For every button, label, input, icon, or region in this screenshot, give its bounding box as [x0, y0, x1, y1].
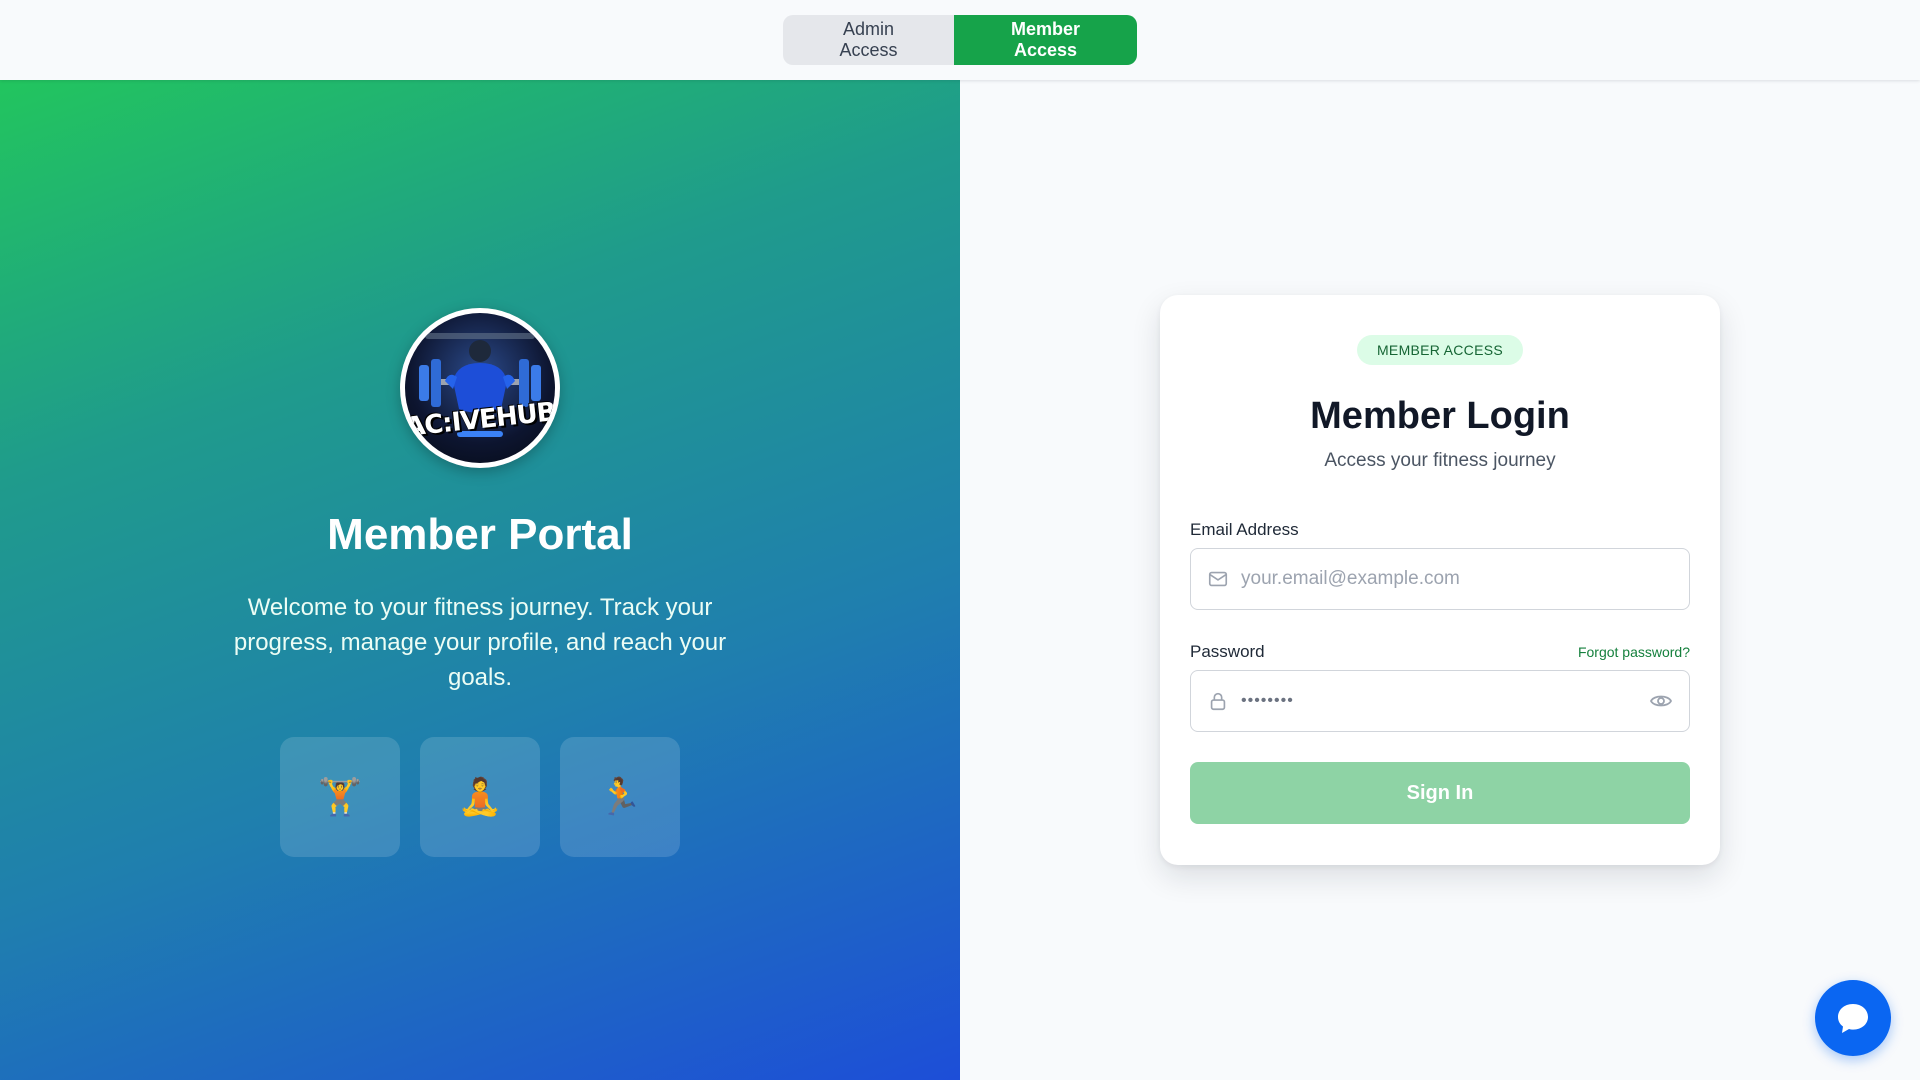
lock-icon — [1210, 692, 1226, 711]
email-placeholder: your.email@example.com — [1241, 568, 1460, 589]
tile-running: 🏃 — [560, 737, 680, 857]
login-card: MEMBER ACCESS Member Login Access your f… — [1160, 295, 1720, 865]
access-badge: MEMBER ACCESS — [1356, 335, 1524, 365]
chat-button[interactable] — [1815, 980, 1891, 1056]
password-value: •••••••• — [1241, 692, 1294, 709]
hero-description: Welcome to your fitness journey. Track y… — [233, 594, 727, 691]
logo-image: AC:IVEHUB — [405, 313, 555, 463]
top-bar: Admin Access Member Access — [0, 0, 1920, 80]
access-toggle: Admin Access Member Access — [783, 15, 1137, 65]
meditation-icon: 🧘 — [457, 776, 503, 817]
mail-icon — [1208, 571, 1228, 587]
login-subtitle: Access your fitness journey — [1324, 450, 1556, 471]
email-field[interactable]: your.email@example.com — [1190, 548, 1690, 610]
activity-tiles: 🏋️ 🧘 🏃 — [280, 737, 680, 857]
member-access-button[interactable]: Member Access — [954, 15, 1137, 65]
admin-access-button[interactable]: Admin Access — [783, 15, 954, 65]
sign-in-button[interactable]: Sign In — [1190, 762, 1690, 824]
hero-title: Member Portal — [327, 510, 633, 559]
weightlifter-icon: 🏋️ — [317, 776, 363, 817]
eye-icon[interactable] — [1649, 689, 1673, 713]
chat-bubble-icon — [1838, 1004, 1868, 1033]
runner-icon: 🏃 — [597, 776, 643, 817]
password-field[interactable]: •••••••• — [1190, 670, 1690, 732]
login-title: Member Login — [1310, 395, 1570, 437]
hero-panel: AC:IVEHUB Member Portal Welcome to your … — [0, 80, 960, 1080]
email-label: Email Address — [1190, 520, 1299, 539]
forgot-password-link[interactable]: Forgot password? — [1578, 644, 1690, 660]
tile-weightlifting: 🏋️ — [280, 737, 400, 857]
tile-meditation: 🧘 — [420, 737, 540, 857]
password-label: Password — [1190, 642, 1265, 661]
brand-logo: AC:IVEHUB — [400, 308, 560, 468]
